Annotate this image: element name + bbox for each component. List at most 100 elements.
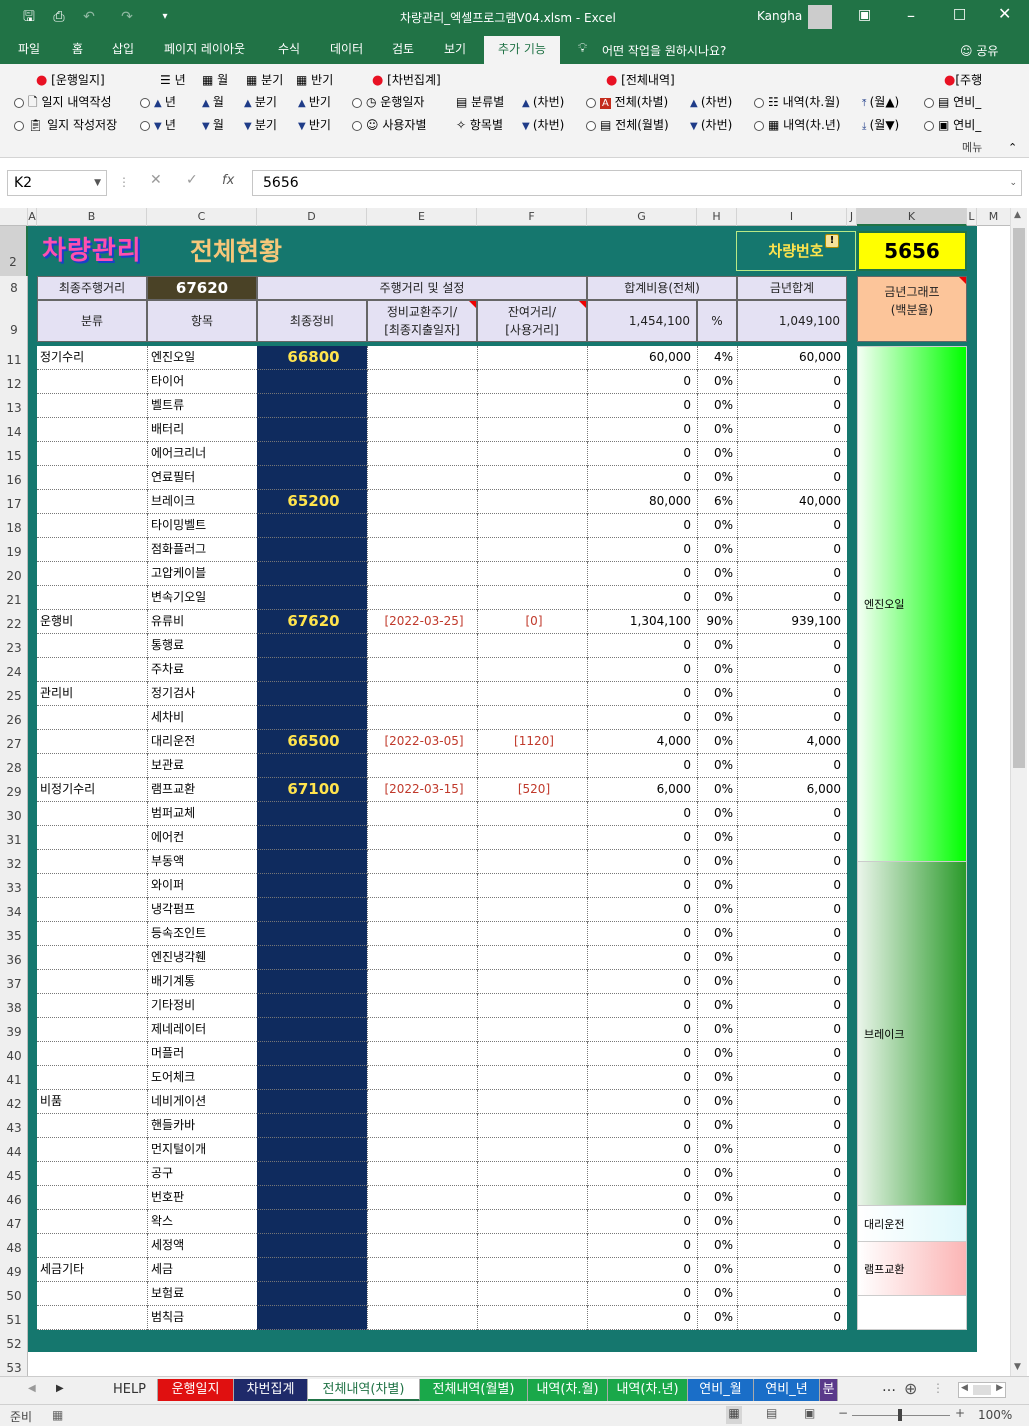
last-service-cell[interactable] [257,442,367,466]
last-service-cell[interactable] [257,394,367,418]
row-number[interactable]: 26 [0,706,28,730]
remaining-cell[interactable] [477,394,587,418]
insert-function-icon[interactable]: fx [222,173,234,188]
percent-cell[interactable]: 0% [697,562,737,586]
radio-icon[interactable] [352,120,362,131]
cycle-cell[interactable] [367,1186,477,1210]
last-service-cell[interactable] [257,922,367,946]
last-service-cell[interactable] [257,1210,367,1234]
radio-icon[interactable] [140,120,150,131]
year-total-cell[interactable]: 0 [737,1162,847,1186]
sheet-tab[interactable]: 연비_년 [754,1379,820,1401]
cycle-cell[interactable] [367,1306,477,1330]
percent-cell[interactable]: 0% [697,1282,737,1306]
cycle-cell[interactable] [367,394,477,418]
item-cell[interactable]: 부동액 [147,850,257,874]
scroll-thumb[interactable] [973,1385,991,1395]
year-total-cell[interactable]: 0 [737,754,847,778]
cycle-cell[interactable]: [2022-03-15] [367,778,477,802]
class-cell[interactable] [37,826,147,850]
row-number[interactable]: 50 [0,1282,28,1306]
remaining-cell[interactable] [477,1234,587,1258]
scroll-right-icon[interactable]: ▶ [996,1383,1003,1393]
sheet-tab[interactable]: 내역(차.월) [528,1379,608,1401]
row-number[interactable]: 40 [0,1042,28,1066]
item-cell[interactable]: 세금 [147,1258,257,1282]
tab-file[interactable]: 파일 [8,36,50,64]
collapse-ribbon-icon[interactable]: ⌃ [1008,138,1017,158]
percent-cell[interactable]: 0% [697,1234,737,1258]
total-cost-cell[interactable]: 0 [587,1090,697,1114]
avatar[interactable] [808,5,832,29]
year-total-cell[interactable]: 0 [737,1018,847,1042]
total-cost-cell[interactable]: 0 [587,898,697,922]
total-cost-cell[interactable]: 0 [587,922,697,946]
sheet-tab[interactable]: 내역(차.년) [608,1379,688,1401]
cancel-icon[interactable]: ✕ [150,172,162,188]
cycle-cell[interactable] [367,754,477,778]
row-8[interactable]: 8 [0,276,28,300]
cycle-cell[interactable] [367,850,477,874]
class-cell[interactable] [37,730,147,754]
percent-cell[interactable]: 0% [697,1162,737,1186]
car-number-cell[interactable]: 5656 [857,231,967,271]
fuel-year-button[interactable]: ▣ 연비_ [924,115,981,135]
total-cost-cell[interactable]: 0 [587,850,697,874]
row-9[interactable]: 9 [0,300,28,342]
class-cell[interactable] [37,394,147,418]
item-cell[interactable]: 브레이크 [147,490,257,514]
remaining-cell[interactable] [477,1114,587,1138]
last-service-cell[interactable]: 66500 [257,730,367,754]
by-user-button[interactable]: ☺ 사용자별 [352,115,427,135]
zoom-thumb[interactable] [898,1409,902,1421]
page-layout-icon[interactable]: ▤ [766,1406,777,1420]
row-number[interactable]: 36 [0,946,28,970]
all-car-down-button[interactable]: ▼ (차번) [690,115,732,135]
total-cost-cell[interactable]: 0 [587,1162,697,1186]
item-cell[interactable]: 통행료 [147,634,257,658]
cycle-cell[interactable] [367,922,477,946]
total-cost-cell[interactable]: 0 [587,1138,697,1162]
total-cost-cell[interactable]: 0 [587,754,697,778]
last-service-cell[interactable] [257,586,367,610]
row-number[interactable]: 25 [0,682,28,706]
month-down-sort-button[interactable]: ⤓ (월▼) [862,115,899,135]
class-cell[interactable] [37,538,147,562]
year-total-cell[interactable]: 0 [737,538,847,562]
class-cell[interactable]: 세금기타 [37,1258,147,1282]
last-service-cell[interactable] [257,682,367,706]
row-number[interactable]: 24 [0,658,28,682]
percent-cell[interactable]: 0% [697,1066,737,1090]
cycle-cell[interactable] [367,658,477,682]
class-cell[interactable] [37,1186,147,1210]
cycle-cell[interactable] [367,370,477,394]
class-cell[interactable] [37,490,147,514]
class-cell[interactable] [37,1066,147,1090]
cycle-cell[interactable] [367,1042,477,1066]
cycle-cell[interactable] [367,634,477,658]
remaining-cell[interactable]: [1120] [477,730,587,754]
row-number[interactable]: 35 [0,922,28,946]
month-down-button[interactable]: ▼ 월 [202,115,224,135]
item-cell[interactable]: 대리운전 [147,730,257,754]
total-cost-cell[interactable]: 0 [587,586,697,610]
row-number[interactable]: 22 [0,610,28,634]
zoom-level[interactable]: 100% [978,1408,1012,1422]
item-cell[interactable]: 배기계통 [147,970,257,994]
cycle-cell[interactable] [367,466,477,490]
year-up-button[interactable]: ▲ 년 [140,92,176,112]
cycle-cell[interactable] [367,994,477,1018]
row-number[interactable]: 39 [0,1018,28,1042]
year-total-cell[interactable]: 0 [737,946,847,970]
last-service-cell[interactable] [257,466,367,490]
year-total-cell[interactable]: 0 [737,562,847,586]
class-cell[interactable]: 비정기수리 [37,778,147,802]
by-date-button[interactable]: ◷ 운행일자 [352,92,424,112]
row-number[interactable]: 29 [0,778,28,802]
percent-cell[interactable]: 0% [697,1306,737,1330]
year-total-cell[interactable]: 0 [737,634,847,658]
cycle-cell[interactable] [367,1138,477,1162]
col-i[interactable]: I [737,208,847,226]
row-number[interactable]: 48 [0,1234,28,1258]
last-service-cell[interactable] [257,538,367,562]
